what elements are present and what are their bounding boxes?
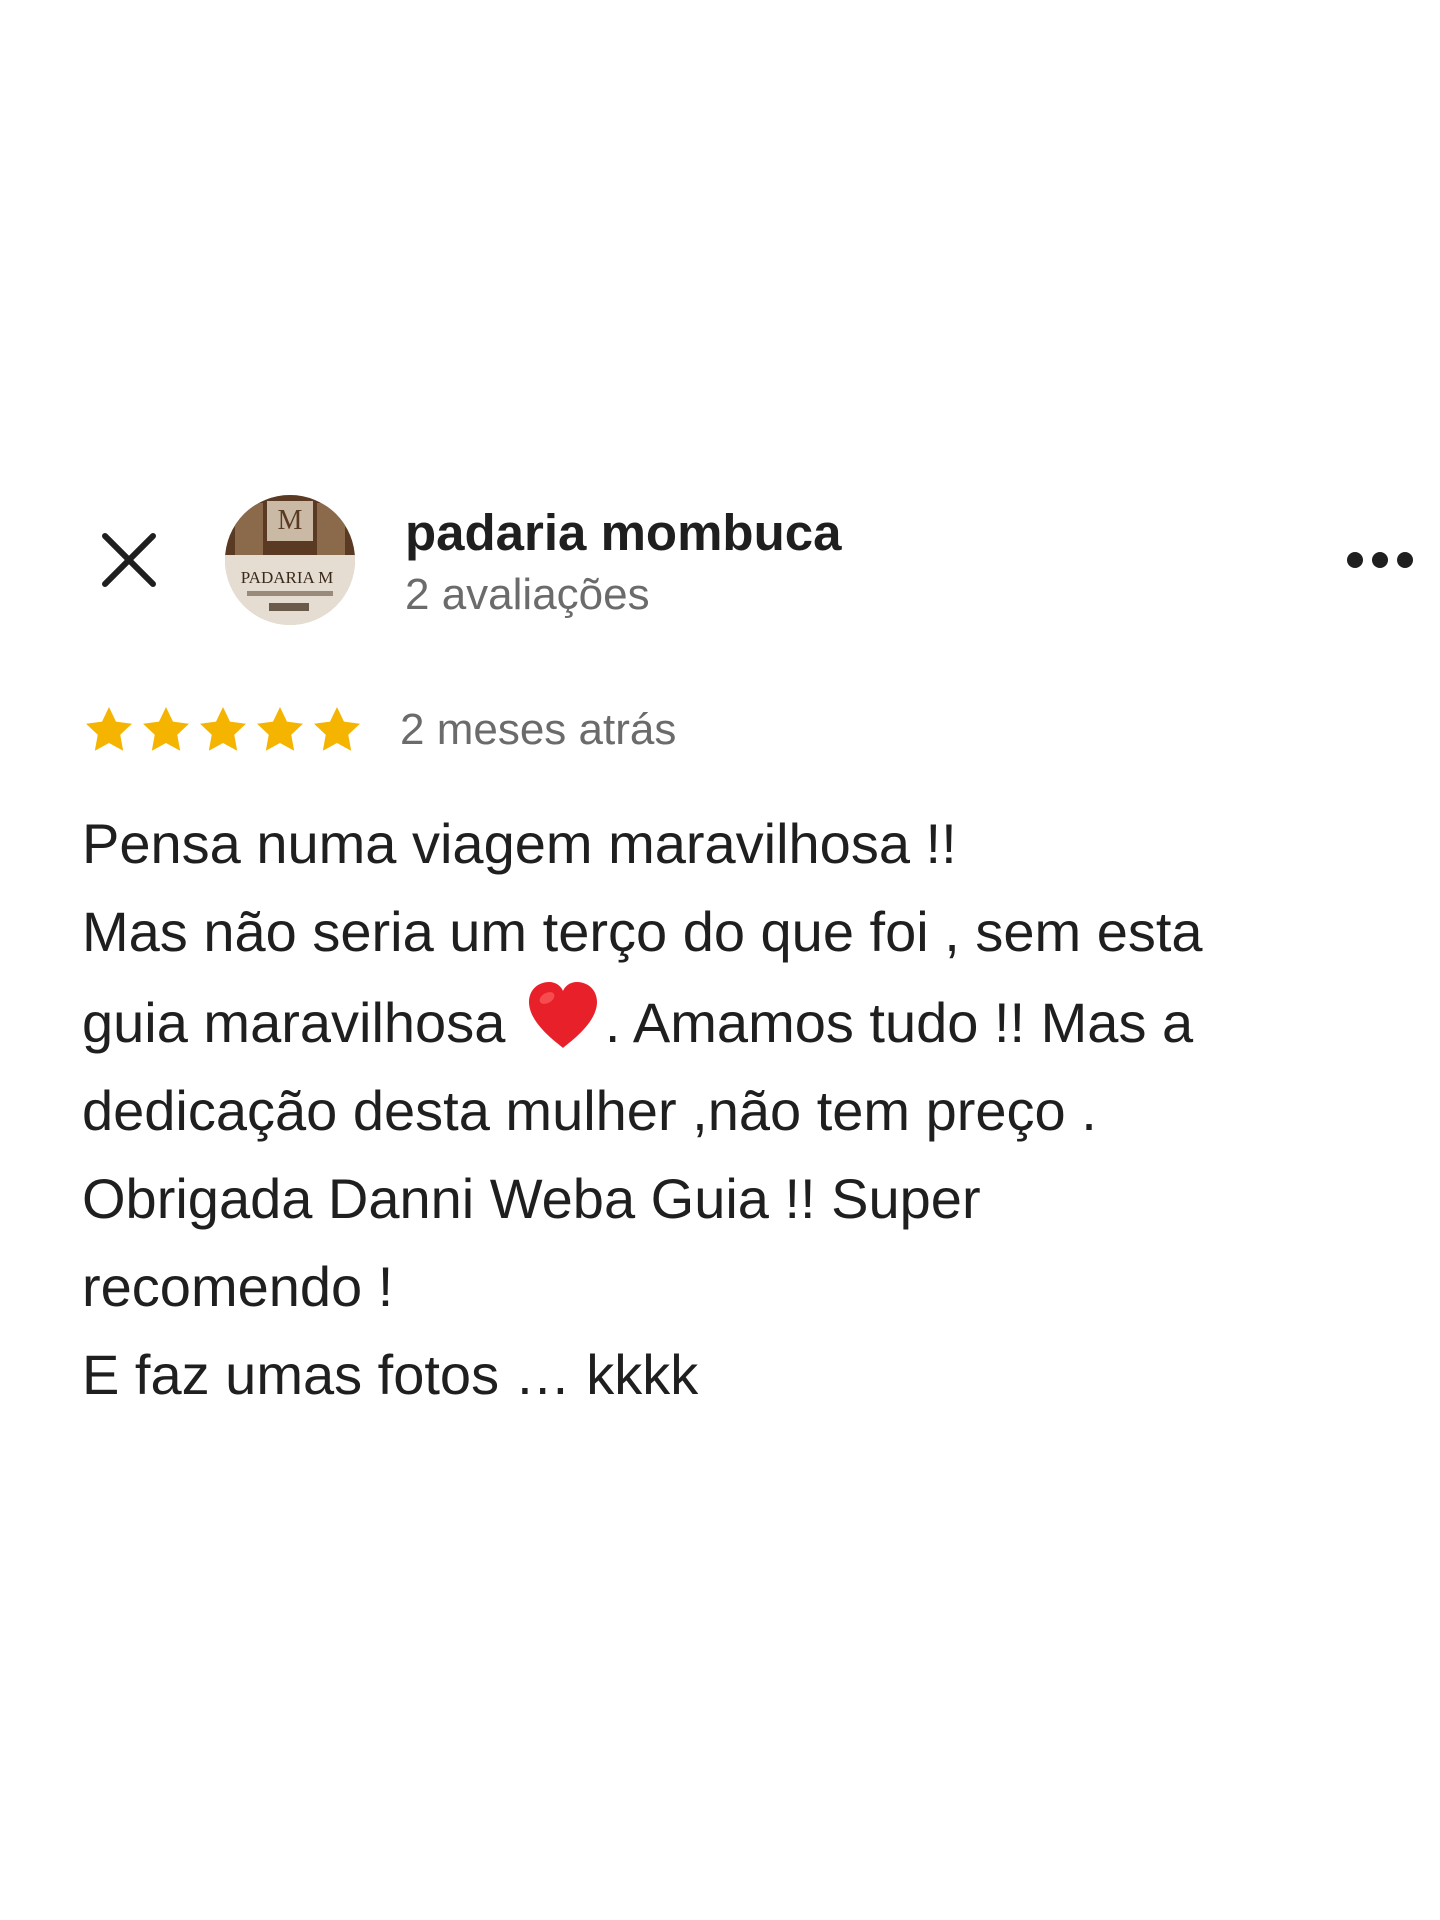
review-line: Obrigada Danni Weba Guia !! Super	[82, 1167, 981, 1230]
avatar-image: M PADARIA M	[225, 495, 355, 625]
more-options-button[interactable]	[1340, 545, 1420, 575]
close-button[interactable]	[90, 521, 168, 599]
star-icon	[86, 707, 132, 751]
star-rating	[82, 703, 367, 757]
author-review-count: 2 avaliações	[405, 570, 650, 619]
author-block: padaria mombuca 2 avaliações	[405, 503, 841, 623]
star-icon	[314, 707, 360, 751]
review-line: recomendo !	[82, 1255, 394, 1318]
close-icon	[102, 533, 156, 587]
review-line: guia maravilhosa . Amamos tudo !! Mas a	[82, 976, 1392, 1067]
review-line: Pensa numa viagem maravilhosa !!	[82, 812, 957, 875]
red-heart-icon	[528, 982, 597, 1048]
more-horizontal-icon	[1347, 552, 1413, 568]
avatar[interactable]: M PADARIA M	[225, 495, 355, 625]
rating-row: 2 meses atrás	[82, 700, 676, 760]
review-header: M PADARIA M padaria mombuca 2 avaliações	[0, 495, 1440, 635]
review-text: Pensa numa viagem maravilhosa !! Mas não…	[82, 800, 1392, 1419]
star-icon	[200, 707, 246, 751]
review-date: 2 meses atrás	[400, 705, 677, 754]
review-line: E faz umas fotos … kkkk	[82, 1343, 699, 1406]
svg-text:M: M	[278, 505, 303, 536]
review-line-part: . Amamos tudo !! Mas a	[604, 991, 1194, 1054]
review-line: Mas não seria um terço do que foi , sem …	[82, 900, 1203, 963]
avatar-text: PADARIA M	[241, 568, 333, 587]
review-line: dedicação desta mulher ,não tem preço .	[82, 1079, 1097, 1142]
author-name[interactable]: padaria mombuca	[405, 503, 841, 563]
review-line-part: guia maravilhosa	[82, 991, 521, 1054]
star-icon	[257, 707, 303, 751]
star-icon	[143, 707, 189, 751]
